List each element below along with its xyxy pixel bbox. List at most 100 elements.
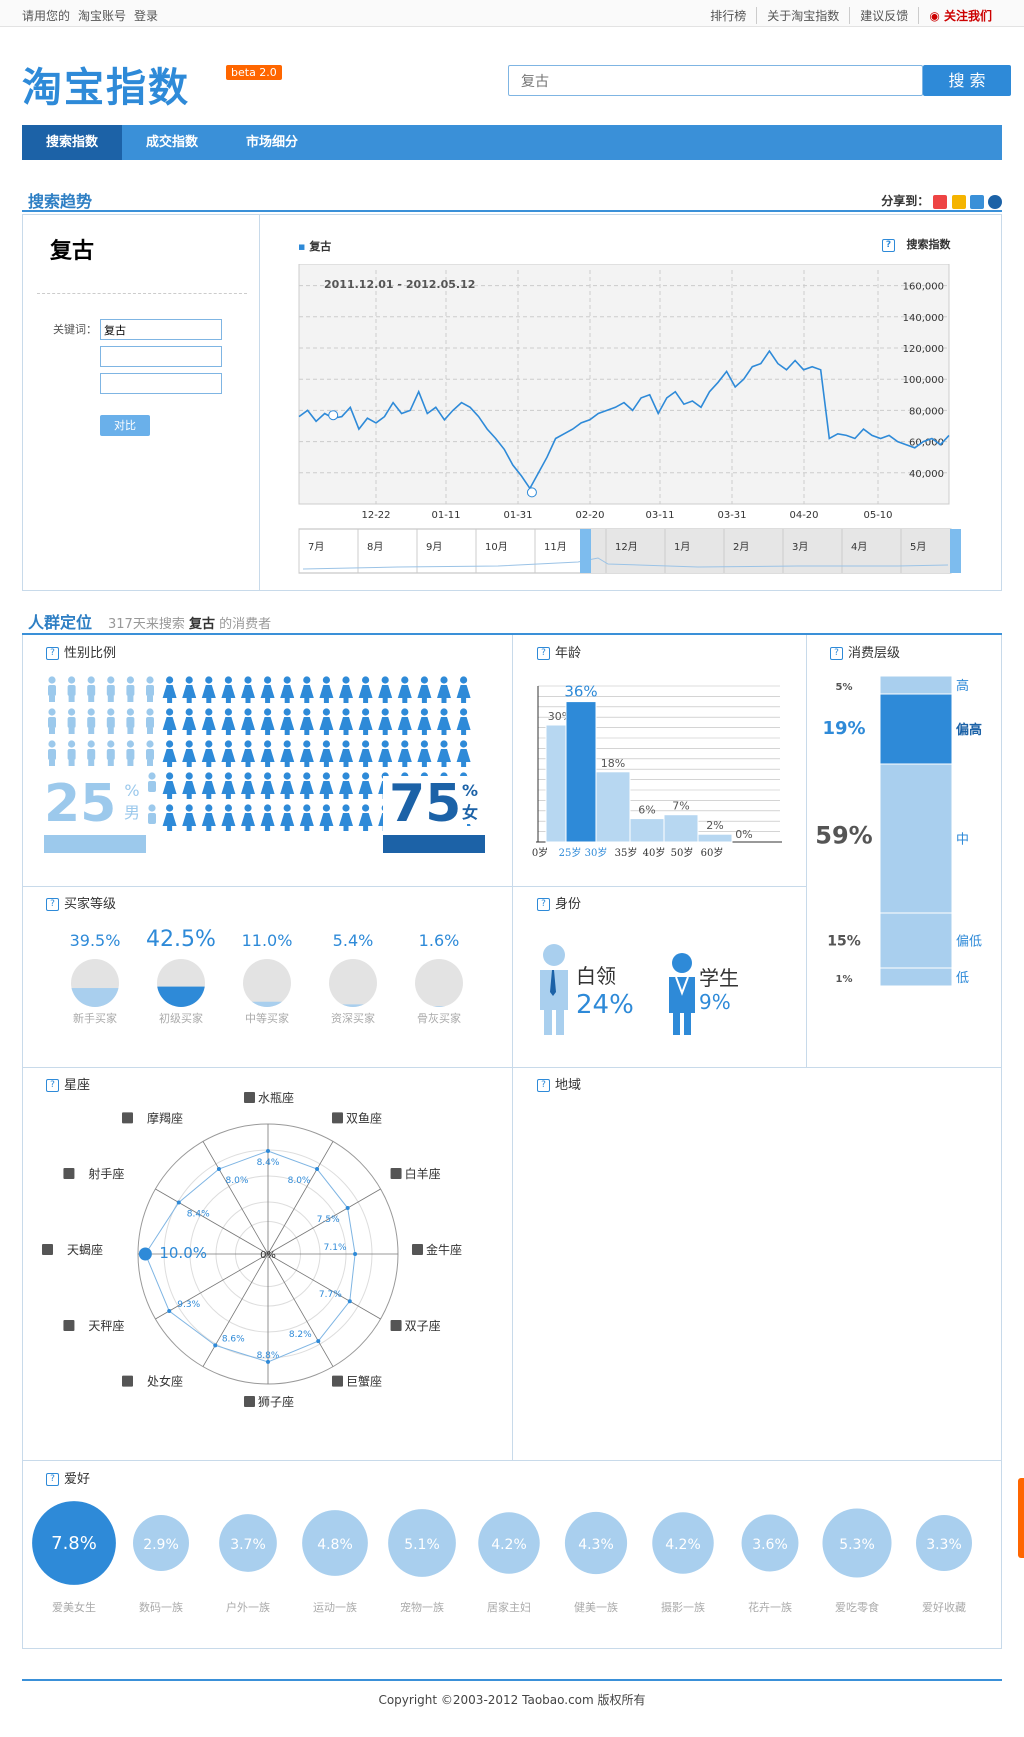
zodiac-label[interactable]: 金牛座	[412, 1242, 462, 1257]
female-figure-icon	[437, 708, 451, 735]
zodiac-label[interactable]: 双鱼座	[332, 1110, 382, 1125]
zodiac-label[interactable]: 摩羯座	[122, 1110, 183, 1125]
hobby-pct-label: 3.6%	[752, 1537, 788, 1553]
login-link[interactable]: 登录	[134, 9, 158, 23]
zodiac-label[interactable]: 水瓶座	[244, 1090, 294, 1105]
help-icon[interactable]: ?	[46, 647, 59, 660]
zodiac-label[interactable]: 处女座	[122, 1374, 183, 1389]
age-bar[interactable]	[565, 701, 597, 843]
copyright: Copyright ©2003-2012 Taobao.com 版权所有	[378, 1693, 646, 1707]
buyer-level-name: 新手买家	[73, 1011, 117, 1025]
zodiac-point[interactable]	[316, 1339, 321, 1344]
buyer-level-gauge[interactable]	[415, 959, 463, 1007]
male-figure-icon	[146, 740, 154, 766]
age-bar[interactable]	[595, 771, 631, 843]
female-figure-icon	[241, 772, 255, 799]
zodiac-sign-icon	[63, 1168, 75, 1179]
trend-divider	[259, 215, 260, 590]
zodiac-point[interactable]	[345, 1206, 350, 1211]
region-title: ? 地域	[537, 1074, 581, 1093]
tab-trade-index[interactable]: 成交指数	[122, 125, 222, 160]
help-icon[interactable]: ?	[537, 1079, 550, 1092]
buyer-level-gauge[interactable]	[71, 959, 119, 1007]
zodiac-point[interactable]	[353, 1252, 358, 1256]
hobby-pct-label: 4.3%	[578, 1537, 614, 1553]
zodiac-label[interactable]: 白羊座	[390, 1166, 441, 1181]
buyer-level-gauge[interactable]	[157, 959, 205, 1007]
zodiac-label[interactable]: 射手座	[63, 1166, 124, 1181]
help-icon[interactable]: ?	[46, 898, 59, 911]
share-qq-icon[interactable]	[969, 194, 984, 209]
feedback-link[interactable]: 建议反馈	[849, 7, 918, 24]
range-marker-start[interactable]	[328, 410, 339, 421]
female-figure-icon	[319, 676, 334, 703]
student-pct: 9%	[699, 990, 731, 1014]
follow-link[interactable]: ◉ 关注我们	[918, 7, 1002, 24]
consume-bar[interactable]	[879, 675, 953, 695]
keyword-input-1[interactable]	[100, 319, 222, 340]
zodiac-point[interactable]	[138, 1247, 152, 1261]
hobby-pct-label: 3.3%	[926, 1537, 962, 1553]
feedback-side-tab[interactable]	[1018, 1478, 1024, 1558]
female-figure-icon	[397, 676, 412, 703]
age-bar[interactable]	[697, 833, 733, 843]
zodiac-point[interactable]	[347, 1299, 352, 1304]
help-icon[interactable]: ?	[537, 647, 550, 660]
tab-search-index[interactable]: 搜索指数	[22, 125, 123, 160]
help-icon[interactable]: ?	[537, 898, 550, 911]
age-value-label: 6%	[638, 804, 655, 817]
zodiac-point[interactable]	[266, 1148, 270, 1153]
compare-button[interactable]: 对比	[100, 415, 150, 436]
x-tick-label: 03-11	[645, 510, 674, 521]
share-weibo-icon[interactable]	[933, 194, 948, 209]
female-figure-icon	[182, 676, 197, 703]
help-icon[interactable]: ?	[830, 647, 843, 660]
consume-bar[interactable]	[879, 912, 953, 969]
help-icon[interactable]: ?	[882, 238, 895, 252]
help-icon[interactable]: ?	[46, 1473, 59, 1486]
zodiac-point[interactable]	[266, 1359, 270, 1364]
zodiac-point[interactable]	[167, 1309, 172, 1314]
age-bar[interactable]	[663, 814, 699, 843]
consume-bar[interactable]	[879, 763, 953, 914]
buyer-level-gauge[interactable]	[329, 959, 377, 1007]
zodiac-label[interactable]: 巨蟹座	[332, 1374, 382, 1389]
age-value-label: 36%	[564, 683, 597, 701]
account-link[interactable]: 淘宝账号	[78, 9, 126, 23]
tab-market-segment[interactable]: 市场细分	[222, 125, 322, 160]
student-label: 学生	[699, 966, 739, 990]
keyword-input-2[interactable]	[100, 346, 222, 367]
zodiac-label[interactable]: 天秤座	[63, 1318, 124, 1333]
buyer-level-gauge[interactable]	[243, 959, 291, 1007]
navigator-handle-left[interactable]	[580, 529, 591, 573]
share-renren-icon[interactable]	[988, 194, 1002, 209]
zodiac-point[interactable]	[176, 1200, 181, 1205]
zodiac-pct-label: 8.4%	[257, 1158, 280, 1168]
range-marker-min[interactable]	[526, 487, 537, 498]
hobby-title: ? 爱好	[46, 1468, 90, 1487]
zodiac-point[interactable]	[213, 1343, 218, 1348]
consume-bar[interactable]	[879, 967, 953, 987]
zodiac-label[interactable]: 双子座	[390, 1318, 441, 1333]
consume-pct-label: 15%	[827, 934, 861, 950]
keyword-input-3[interactable]	[100, 373, 222, 394]
about-link[interactable]: 关于淘宝指数	[756, 7, 849, 24]
radar-axis	[267, 1253, 381, 1320]
login-prompt: 请用您的	[22, 9, 71, 23]
svg-text:射手座: 射手座	[88, 1166, 124, 1181]
logo[interactable]: 淘宝指数	[22, 55, 190, 113]
zodiac-label[interactable]: 狮子座	[244, 1394, 294, 1409]
navigator-handle-right[interactable]	[950, 529, 961, 573]
male-figure-icon	[126, 676, 135, 702]
zodiac-label[interactable]: 天蝎座	[42, 1242, 103, 1257]
ranking-link[interactable]: 排行榜	[700, 7, 756, 24]
male-figure-icon	[106, 676, 115, 702]
share-qzone-icon[interactable]	[951, 194, 966, 209]
zodiac-point[interactable]	[216, 1167, 221, 1172]
zodiac-point[interactable]	[315, 1167, 320, 1172]
age-x-label: 60岁	[701, 846, 724, 859]
consume-bar[interactable]	[879, 693, 953, 765]
search-button[interactable]: 搜 索	[923, 65, 1011, 96]
search-input[interactable]	[509, 66, 923, 95]
age-bar[interactable]	[629, 818, 665, 843]
